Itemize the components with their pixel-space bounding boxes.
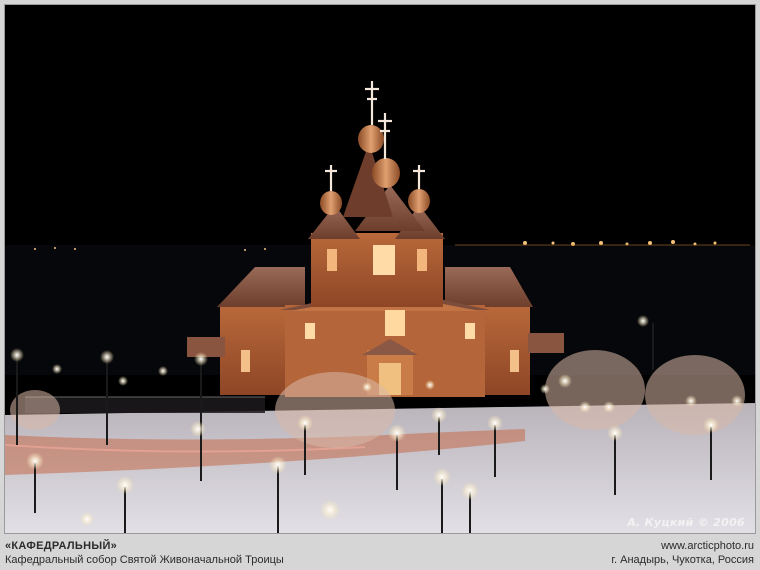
cathedral-night-scene	[5, 5, 755, 533]
caption-right: www.arcticphoto.ru г. Анадырь, Чукотка, …	[611, 539, 754, 567]
photo-description: Кафедральный собор Святой Живоначальной …	[5, 554, 284, 566]
caption-left: «КАФЕДРАЛЬНЫЙ» Кафедральный собор Святой…	[5, 539, 284, 567]
photo-frame: А. Куцкий © 2006 «КАФЕДРАЛЬНЫЙ» Кафедрал…	[0, 0, 760, 570]
photographer-signature: А. Куцкий © 2006	[627, 516, 745, 529]
photograph: А. Куцкий © 2006	[4, 4, 756, 534]
site-link[interactable]: www.arcticphoto.ru	[611, 539, 754, 553]
photo-title: «КАФЕДРАЛЬНЫЙ»	[5, 540, 118, 552]
photo-location: г. Анадырь, Чукотка, Россия	[611, 554, 754, 566]
